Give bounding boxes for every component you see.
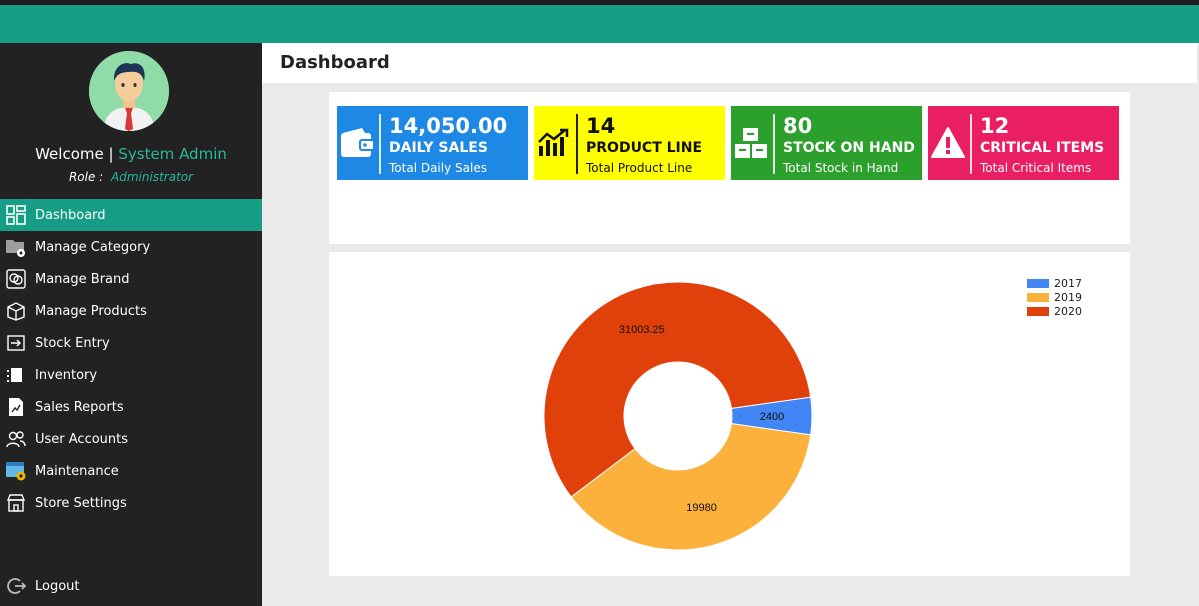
card-divider	[576, 114, 578, 174]
window-toolbar-strip	[0, 0, 1199, 5]
data-label-2019: 19980	[686, 502, 717, 514]
sidebar-item-label: Manage Brand	[35, 271, 130, 287]
legend-label: 2017	[1054, 276, 1082, 290]
card-label: PRODUCT LINE	[586, 140, 703, 156]
boxes-icon	[733, 124, 769, 162]
card-value: 80	[783, 114, 813, 138]
sidebar-item-manage-category[interactable]: Manage Category	[0, 231, 262, 263]
report-icon	[5, 396, 27, 418]
main-header: Dashboard	[262, 43, 1197, 83]
sidebar-item-label: Manage Products	[35, 303, 147, 319]
trend-chart-icon	[536, 124, 572, 162]
sidebar-item-sales-reports[interactable]: Sales Reports	[0, 391, 262, 423]
sidebar-item-stock-entry[interactable]: Stock Entry	[0, 327, 262, 359]
welcome-label: Welcome	[35, 145, 104, 163]
sidebar-item-label: Stock Entry	[35, 335, 110, 351]
dashboard-grid-icon	[5, 204, 27, 226]
card-divider	[379, 114, 381, 174]
legend-label: 2019	[1054, 290, 1082, 304]
warning-icon	[930, 124, 966, 162]
legend-label: 2020	[1054, 304, 1082, 318]
card-label: CRITICAL ITEMS	[980, 140, 1105, 156]
user-name: System Admin	[118, 145, 227, 163]
sidebar-item-label: Manage Category	[35, 239, 151, 255]
sidebar: Welcome | System Admin Role : Administra…	[0, 43, 262, 606]
welcome-separator: |	[108, 145, 114, 163]
sidebar-item-manage-brand[interactable]: Manage Brand	[0, 263, 262, 295]
chart-legend: 2017 2019 2020	[1027, 276, 1082, 318]
sidebar-item-manage-products[interactable]: Manage Products	[0, 295, 262, 327]
card-divider	[773, 114, 775, 174]
card-value: 12	[980, 114, 1010, 138]
role-line: Role : Administrator	[0, 170, 262, 184]
card-product-line[interactable]: 14 PRODUCT LINE Total Product Line	[534, 106, 725, 180]
legend-item-2019[interactable]: 2019	[1027, 290, 1082, 304]
data-label-2017: 2400	[760, 411, 784, 423]
box-icon	[5, 300, 27, 322]
legend-item-2017[interactable]: 2017	[1027, 276, 1082, 290]
role-value: Administrator	[111, 170, 194, 184]
card-value: 14,050.00	[389, 114, 508, 138]
stock-entry-icon	[5, 332, 27, 354]
logout-icon	[5, 575, 27, 597]
sidebar-item-maintenance[interactable]: Maintenance	[0, 455, 262, 487]
card-stock-on-hand[interactable]: 80 STOCK ON HAND Total Stock in Hand	[731, 106, 922, 180]
legend-swatch	[1027, 306, 1049, 316]
legend-item-2020[interactable]: 2020	[1027, 304, 1082, 318]
inventory-icon	[5, 364, 27, 386]
legend-swatch	[1027, 278, 1049, 288]
card-subtitle: Total Daily Sales	[389, 161, 487, 175]
sidebar-item-label: Store Settings	[35, 495, 127, 511]
avatar	[89, 51, 169, 131]
folder-gear-icon	[5, 236, 27, 258]
sidebar-nav: Dashboard Manage Category Manage Brand M…	[0, 199, 262, 519]
summary-cards-panel: 14,050.00 DAILY SALES Total Daily Sales …	[329, 92, 1130, 244]
legend-swatch	[1027, 292, 1049, 302]
role-label: Role :	[68, 170, 104, 184]
sidebar-item-label: Dashboard	[35, 207, 106, 223]
store-icon	[5, 492, 27, 514]
sidebar-item-label: Inventory	[35, 367, 98, 383]
card-critical-items[interactable]: 12 CRITICAL ITEMS Total Critical Items	[928, 106, 1119, 180]
sidebar-item-store-settings[interactable]: Store Settings	[0, 487, 262, 519]
donut-chart: 2400 19980 31003.25	[543, 281, 813, 551]
card-subtitle: Total Product Line	[586, 161, 693, 175]
sidebar-item-inventory[interactable]: Inventory	[0, 359, 262, 391]
sidebar-item-label: User Accounts	[35, 431, 129, 447]
card-label: DAILY SALES	[389, 140, 488, 156]
sidebar-item-label: Maintenance	[35, 463, 119, 479]
logout-label: Logout	[35, 578, 80, 594]
sales-chart-panel: 2400 19980 31003.25 2017 2019 2020	[329, 252, 1130, 576]
sidebar-item-label: Sales Reports	[35, 399, 124, 415]
sidebar-item-user-accounts[interactable]: User Accounts	[0, 423, 262, 455]
users-icon	[5, 428, 27, 450]
brand-icon	[5, 268, 27, 290]
logout-button[interactable]: Logout	[0, 571, 262, 601]
wallet-icon	[339, 124, 375, 162]
welcome-text: Welcome | System Admin	[0, 145, 262, 163]
card-divider	[970, 114, 972, 174]
card-subtitle: Total Critical Items	[980, 161, 1092, 175]
card-label: STOCK ON HAND	[783, 140, 915, 156]
data-label-2020: 31003.25	[619, 324, 665, 336]
card-daily-sales[interactable]: 14,050.00 DAILY SALES Total Daily Sales	[337, 106, 528, 180]
card-value: 14	[586, 114, 616, 138]
page-title: Dashboard	[280, 52, 390, 73]
sidebar-item-dashboard[interactable]: Dashboard	[0, 199, 262, 231]
card-subtitle: Total Stock in Hand	[783, 161, 899, 175]
top-bar	[0, 0, 1199, 43]
maintenance-icon	[5, 460, 27, 482]
